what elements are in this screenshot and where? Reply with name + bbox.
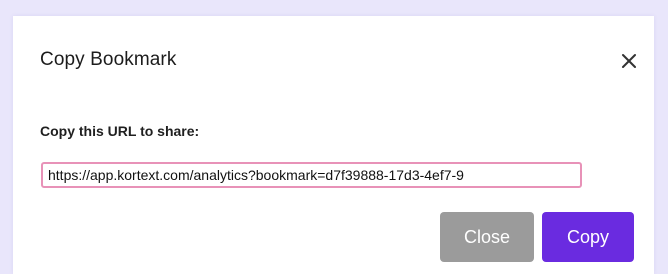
close-icon [622, 54, 636, 68]
copy-bookmark-dialog: Copy Bookmark Copy this URL to share: Cl… [13, 16, 654, 274]
close-button[interactable]: Close [440, 212, 534, 262]
dialog-close-button[interactable] [617, 49, 641, 73]
modal-backdrop: Copy Bookmark Copy this URL to share: Cl… [0, 0, 668, 274]
copy-button[interactable]: Copy [542, 212, 634, 262]
bookmark-url-input[interactable] [41, 162, 582, 188]
url-field-label: Copy this URL to share: [40, 123, 200, 139]
dialog-title: Copy Bookmark [40, 49, 177, 70]
